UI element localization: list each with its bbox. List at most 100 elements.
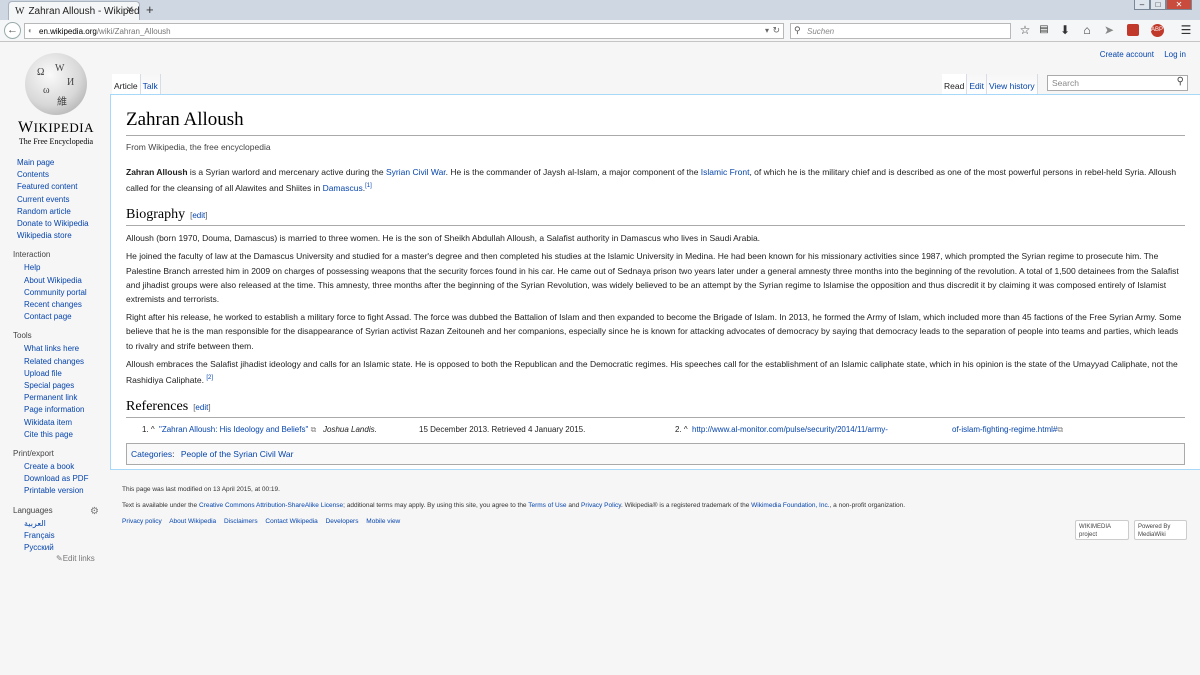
ref-1-title-link[interactable]: "Zahran Alloush: His Ideology and Belief…	[159, 425, 316, 435]
article-content: Zahran Alloush From Wikipedia, the free …	[110, 94, 1200, 470]
close-window-icon[interactable]: ✕	[1166, 0, 1192, 10]
nav-item-featured-content[interactable]: Featured content	[17, 181, 110, 193]
nav-item-current-events[interactable]: Current events	[17, 194, 110, 206]
menu-hamburger-icon[interactable]: ☰	[1178, 22, 1194, 38]
categories-link[interactable]: Categories	[131, 449, 172, 459]
nav-item-permanent-link[interactable]: Permanent link	[24, 392, 110, 404]
lang-item-russian[interactable]: Русский	[24, 542, 110, 554]
tab-edit[interactable]: Edit	[967, 74, 987, 94]
nav-item-upload-file[interactable]: Upload file	[24, 368, 110, 380]
cc-license-link[interactable]: Creative Commons Attribution-ShareAlike …	[199, 502, 343, 509]
nav-item-related-changes[interactable]: Related changes	[24, 356, 110, 368]
footer-places: Privacy policy About Wikipedia Disclaime…	[122, 518, 1188, 525]
log-in-link[interactable]: Log in	[1164, 50, 1186, 59]
bio-paragraph-4: Alloush embraces the Salafist jihadist i…	[126, 358, 1178, 385]
external-link-icon: ⧉	[1057, 425, 1064, 435]
back-arrow-icon[interactable]: ←	[4, 22, 21, 39]
nav-item-store[interactable]: Wikipedia store	[17, 230, 110, 242]
pocket-icon[interactable]	[1125, 22, 1141, 38]
nav-item-contents[interactable]: Contents	[17, 169, 110, 181]
nav-item-download-pdf[interactable]: Download as PDF	[24, 473, 110, 485]
adblock-icon[interactable]: ABP	[1147, 22, 1167, 38]
footer-privacy-policy[interactable]: Privacy policy	[122, 518, 162, 525]
references-list: 1. ^ "Zahran Alloush: His Ideology and B…	[126, 423, 1185, 441]
wikipedia-globe-icon: Ω W И ω 維	[25, 53, 87, 115]
footer-contact-wikipedia[interactable]: Contact Wikipedia	[265, 518, 317, 525]
footer-about-wikipedia[interactable]: About Wikipedia	[169, 518, 216, 525]
terms-of-use-link[interactable]: Terms of Use	[528, 502, 566, 509]
footer-disclaimers[interactable]: Disclaimers	[224, 518, 258, 525]
nav-item-community-portal[interactable]: Community portal	[24, 287, 110, 299]
bookmarks-list-icon[interactable]: ▤	[1036, 22, 1052, 38]
nav-item-create-book[interactable]: Create a book	[24, 461, 110, 473]
ref-2-url-link-b[interactable]: of-islam-fighting-regime.html#⧉	[952, 425, 1063, 435]
search-engine-icon[interactable]: ⚲	[794, 25, 801, 36]
external-link-icon: ⧉	[310, 425, 317, 435]
footer-mobile-view[interactable]: Mobile view	[366, 518, 400, 525]
page-footer: This page was last modified on 13 April …	[122, 486, 1188, 525]
tab-article[interactable]: Article	[112, 74, 141, 94]
nav-item-recent-changes[interactable]: Recent changes	[24, 299, 110, 311]
edit-links[interactable]: ✎Edit links	[56, 554, 110, 563]
send-icon[interactable]: ➤	[1101, 22, 1117, 38]
ref-2-url-link-a[interactable]: http://www.al-monitor.com/pulse/security…	[692, 425, 888, 434]
nav-item-about-wikipedia[interactable]: About Wikipedia	[24, 275, 110, 287]
nav-item-wikidata-item[interactable]: Wikidata item	[24, 417, 110, 429]
downloads-icon[interactable]: ⬇	[1057, 22, 1073, 38]
tools-heading: Tools	[13, 331, 32, 341]
site-identity-icon[interactable]: ◐	[28, 26, 33, 35]
islamic-front-link[interactable]: Islamic Front	[701, 167, 750, 177]
tab-view-history[interactable]: View history	[986, 74, 1038, 94]
maximize-window-icon[interactable]: □	[1150, 0, 1166, 10]
powered-by-mediawiki-badge[interactable]: Powered By MediaWiki	[1134, 520, 1187, 540]
nav-item-what-links-here[interactable]: What links here	[24, 343, 110, 355]
wiki-search-input[interactable]: Search ⚲	[1047, 75, 1188, 91]
category-people-syrian-civil-war[interactable]: People of the Syrian Civil War	[181, 449, 294, 459]
tab-talk[interactable]: Talk	[140, 74, 161, 94]
nav-item-donate[interactable]: Donate to Wikipedia	[17, 218, 110, 230]
nav-item-main-page[interactable]: Main page	[17, 157, 110, 169]
bookmark-star-icon[interactable]: ☆	[1017, 22, 1033, 38]
home-icon[interactable]: ⌂	[1079, 22, 1095, 38]
wikimedia-project-badge[interactable]: WIKIMEDIA project	[1075, 520, 1129, 540]
category-links: Categories: People of the Syrian Civil W…	[126, 443, 1185, 466]
wikipedia-logo[interactable]: Ω W И ω 維 WIKIPEDIA The Free Encyclopedi…	[16, 53, 96, 146]
new-tab-icon[interactable]: +	[146, 2, 154, 17]
language-settings-gear-icon[interactable]: ⚙	[90, 506, 99, 517]
reload-icon[interactable]: ↻	[772, 25, 780, 36]
minimize-window-icon[interactable]: –	[1134, 0, 1150, 10]
ref-2-number[interactable]: 2. ^	[675, 425, 688, 434]
syrian-civil-war-link[interactable]: Syrian Civil War	[386, 167, 446, 177]
edit-references-link[interactable]: edit	[195, 403, 208, 412]
search-icon[interactable]: ⚲	[1177, 76, 1184, 87]
nav-item-cite-this-page[interactable]: Cite this page	[24, 429, 110, 441]
nav-item-printable-version[interactable]: Printable version	[24, 485, 110, 497]
damascus-link[interactable]: Damascus	[323, 183, 363, 193]
edit-biography-link[interactable]: edit	[192, 211, 205, 220]
lang-item-french[interactable]: Français	[24, 530, 110, 542]
create-account-link[interactable]: Create account	[1100, 50, 1154, 59]
close-tab-icon[interactable]: ✕	[126, 5, 134, 16]
nav-item-contact-page[interactable]: Contact page	[24, 311, 110, 323]
wikimedia-foundation-link[interactable]: Wikimedia Foundation, Inc.	[751, 502, 829, 509]
ref-2-link[interactable]: [2]	[206, 375, 213, 381]
ref-1-number[interactable]: 1. ^	[142, 425, 155, 434]
footer-developers[interactable]: Developers	[326, 518, 359, 525]
tab-read[interactable]: Read	[942, 74, 968, 94]
ref-1-link[interactable]: [1]	[365, 183, 372, 189]
privacy-policy-inline-link[interactable]: Privacy Policy	[581, 502, 621, 509]
nav-item-random-article[interactable]: Random article	[17, 206, 110, 218]
bio-paragraph-1: Alloush (born 1970, Douma, Damascus) is …	[126, 233, 761, 244]
browser-search-input[interactable]: ⚲ Suchen	[790, 23, 1011, 39]
biography-heading: Biography [edit]	[126, 207, 1185, 227]
interaction-portal: Interaction Help About Wikipedia Communi…	[0, 250, 110, 323]
nav-item-help[interactable]: Help	[24, 262, 110, 274]
interaction-heading: Interaction	[13, 250, 51, 260]
browser-tab-active[interactable]: WZahran Alloush - Wikipedia... ✕	[8, 1, 140, 20]
nav-item-special-pages[interactable]: Special pages	[24, 380, 110, 392]
bio-paragraph-3: Right after his release, he worked to es…	[126, 312, 1182, 351]
url-dropdown-icon[interactable]: ▾	[765, 26, 769, 35]
nav-item-page-information[interactable]: Page information	[24, 404, 110, 416]
url-bar[interactable]: ◐ en.wikipedia.org/wiki/Zahran_Alloush ▾…	[24, 23, 784, 39]
lang-item-arabic[interactable]: العربية	[24, 518, 110, 530]
